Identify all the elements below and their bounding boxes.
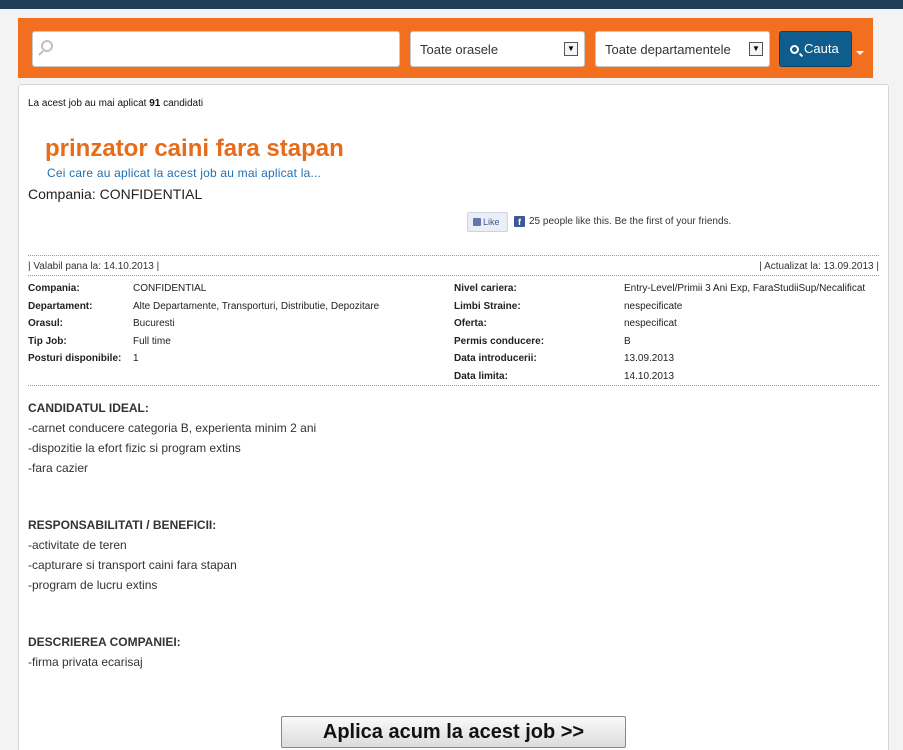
city-select-value: Toate orasele xyxy=(420,42,499,57)
detail-value: Alte Departamente, Transporturi, Distrib… xyxy=(133,301,380,312)
section-line: -fara cazier xyxy=(28,461,89,475)
company-line: Compania: CONFIDENTIAL xyxy=(28,186,203,202)
facebook-like-button[interactable]: Like xyxy=(467,212,508,232)
detail-value: Entry-Level/Primii 3 Ani Exp, FaraStudii… xyxy=(624,283,866,294)
section-line: -activitate de teren xyxy=(28,538,127,552)
apply-button[interactable]: Aplica acum la acest job >> xyxy=(281,716,626,748)
job-title: prinzator caini fara stapan xyxy=(45,135,344,162)
section-heading: DESCRIEREA COMPANIEI: xyxy=(28,635,181,649)
city-select[interactable]: Toate orasele ▼ xyxy=(410,31,585,67)
section-line: -firma privata ecarisaj xyxy=(28,655,143,669)
applicants-suffix: candidati xyxy=(160,98,204,109)
section-line: -capturare si transport caini fara stapa… xyxy=(28,558,237,572)
applicants-prefix: La acest job au mai aplicat xyxy=(28,98,150,109)
divider xyxy=(28,275,879,276)
detail-value: 13.09.2013 xyxy=(624,353,675,364)
responsibilities-section: RESPONSABILITATI / BENEFICII: -activitat… xyxy=(28,515,237,595)
divider xyxy=(28,385,879,386)
detail-value: nespecificate xyxy=(624,301,683,312)
caret-down-icon[interactable] xyxy=(856,51,864,55)
search-icon xyxy=(790,45,799,54)
detail-label: Posturi disponibile: xyxy=(28,353,122,364)
search-icon xyxy=(41,40,53,52)
section-line: -carnet conducere categoria B, experient… xyxy=(28,421,317,435)
ideal-candidate-section: CANDIDATUL IDEAL: -carnet conducere cate… xyxy=(28,398,316,478)
facebook-like-count: 25 people like this. Be the first of you… xyxy=(529,216,732,227)
department-select[interactable]: Toate departamentele ▼ xyxy=(595,31,770,67)
job-panel: La acest job au mai aplicat 91 candidati… xyxy=(18,84,889,750)
search-input[interactable] xyxy=(32,31,400,67)
applicants-number: 91 xyxy=(149,98,161,109)
applicants-count: La acest job au mai aplicat 91 candidati xyxy=(28,98,203,109)
others-applied-link[interactable]: Cei care au aplicat la acest job au mai … xyxy=(47,166,321,180)
section-heading: RESPONSABILITATI / BENEFICII: xyxy=(28,518,217,532)
detail-label: Oferta: xyxy=(454,318,487,329)
detail-label: Nivel cariera: xyxy=(454,283,517,294)
like-label: Like xyxy=(483,217,500,227)
detail-value: nespecificat xyxy=(624,318,677,329)
detail-label: Compania: xyxy=(28,283,80,294)
chevron-down-icon[interactable]: ▼ xyxy=(564,42,578,56)
search-button-label: Cauta xyxy=(804,41,839,56)
top-strip xyxy=(0,0,903,9)
section-heading: CANDIDATUL IDEAL: xyxy=(28,401,149,415)
updated-date: | Actualizat la: 13.09.2013 | xyxy=(759,261,879,272)
detail-label: Data limita: xyxy=(454,371,508,382)
detail-value: B xyxy=(624,336,631,347)
detail-value: 1 xyxy=(133,353,139,364)
divider xyxy=(28,255,879,256)
valid-until: | Valabil pana la: 14.10.2013 | xyxy=(28,261,160,272)
search-bar: Toate orasele ▼ Toate departamentele ▼ C… xyxy=(18,18,873,78)
section-line: -program de lucru extins xyxy=(28,578,158,592)
detail-label: Limbi Straine: xyxy=(454,301,521,312)
detail-value: 14.10.2013 xyxy=(624,371,675,382)
detail-label: Orasul: xyxy=(28,318,64,329)
facebook-icon: f xyxy=(514,216,525,227)
detail-value: Full time xyxy=(133,336,171,347)
company-description-section: DESCRIEREA COMPANIEI: -firma privata eca… xyxy=(28,632,181,672)
section-line: -dispozitie la efort fizic si program ex… xyxy=(28,441,241,455)
department-select-value: Toate departamentele xyxy=(605,42,731,57)
detail-label: Permis conducere: xyxy=(454,336,545,347)
detail-value: Bucuresti xyxy=(133,318,175,329)
thumbs-up-icon xyxy=(473,218,481,226)
detail-label: Departament: xyxy=(28,301,93,312)
chevron-down-icon[interactable]: ▼ xyxy=(749,42,763,56)
detail-label: Data introducerii: xyxy=(454,353,537,364)
detail-label: Tip Job: xyxy=(28,336,67,347)
search-button[interactable]: Cauta xyxy=(779,31,852,67)
detail-value: CONFIDENTIAL xyxy=(133,283,207,294)
